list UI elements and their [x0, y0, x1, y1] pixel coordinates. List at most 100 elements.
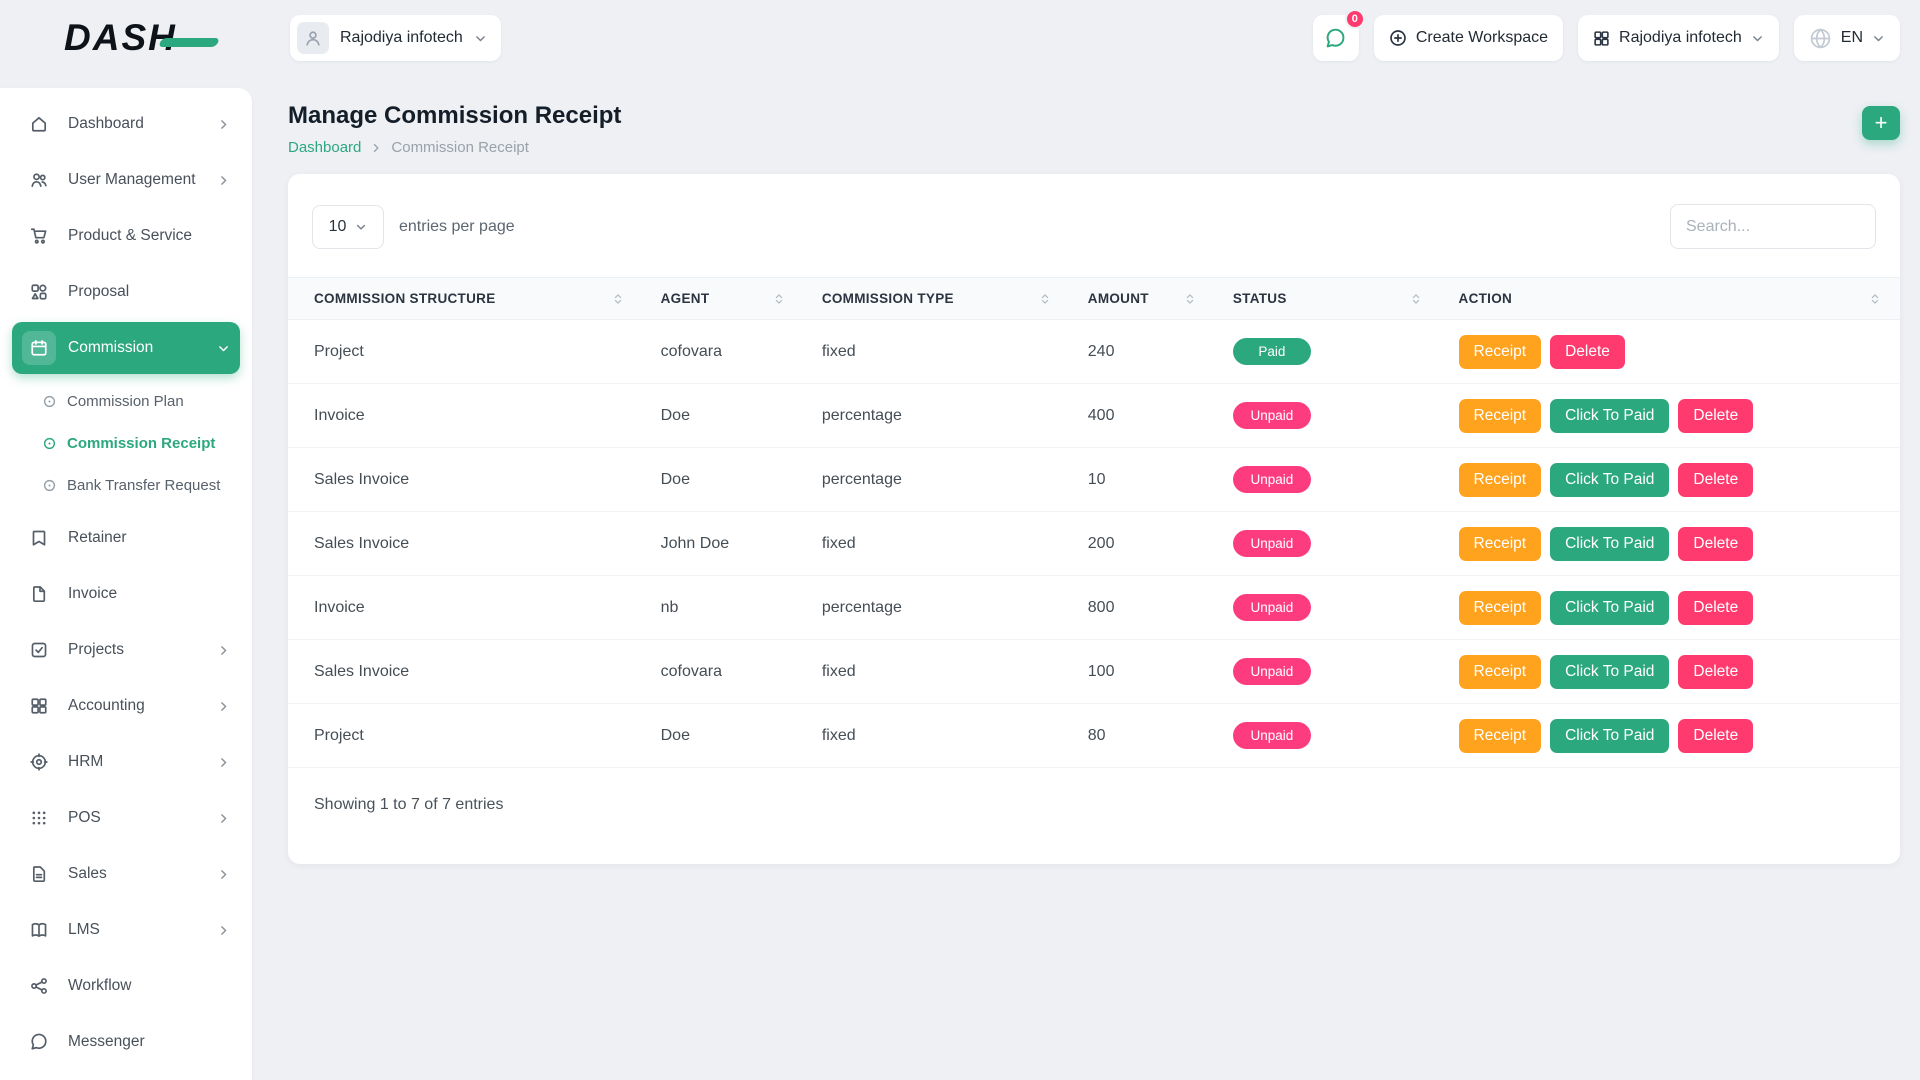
- click-to-paid-button[interactable]: Click To Paid: [1550, 463, 1669, 497]
- receipt-button[interactable]: Receipt: [1459, 399, 1542, 433]
- language-selector[interactable]: EN: [1794, 15, 1900, 61]
- receipt-button[interactable]: Receipt: [1459, 335, 1542, 369]
- status-cell: Unpaid: [1215, 640, 1441, 704]
- sidebar-subitem-bank-transfer-request[interactable]: Bank Transfer Request: [42, 464, 240, 506]
- sidebar-item-lms[interactable]: LMS: [12, 904, 240, 956]
- grid-dots-icon: [30, 809, 48, 827]
- delete-button[interactable]: Delete: [1678, 399, 1753, 433]
- sidebar-subitem-commission-plan[interactable]: Commission Plan: [42, 380, 240, 422]
- structure-cell: Sales Invoice: [288, 640, 643, 704]
- sidebar: Dashboard User Management Product & Servic…: [0, 88, 252, 1080]
- delete-button[interactable]: Delete: [1550, 335, 1625, 369]
- structure-cell: Sales Invoice: [288, 448, 643, 512]
- click-to-paid-button[interactable]: Click To Paid: [1550, 655, 1669, 689]
- sidebar-item-accounting[interactable]: Accounting: [12, 680, 240, 732]
- sidebar-item-label: LMS: [68, 921, 205, 939]
- sidebar-subitem-label: Commission Receipt: [67, 435, 215, 452]
- chevron-right-icon: [217, 118, 230, 131]
- messages-button[interactable]: 0: [1313, 15, 1359, 61]
- dot-circle-icon: [42, 394, 57, 409]
- home-icon: [30, 115, 48, 133]
- status-cell: Unpaid: [1215, 704, 1441, 768]
- structure-cell: Invoice: [288, 576, 643, 640]
- file-text-icon: [30, 865, 48, 883]
- column-header-status[interactable]: STATUS: [1215, 278, 1441, 320]
- shapes-icon: [30, 283, 48, 301]
- delete-button[interactable]: Delete: [1678, 591, 1753, 625]
- status-cell: Paid: [1215, 320, 1441, 384]
- table-row: Sales InvoiceJohn Doefixed200UnpaidRecei…: [288, 512, 1900, 576]
- cart-icon: [30, 227, 48, 245]
- workspace-selector[interactable]: Rajodiya infotech: [290, 15, 501, 61]
- click-to-paid-button[interactable]: Click To Paid: [1550, 719, 1669, 753]
- check-square-icon-box: [22, 633, 56, 667]
- structure-cell: Invoice: [288, 384, 643, 448]
- table-row: InvoiceDoepercentage400UnpaidReceiptClic…: [288, 384, 1900, 448]
- search-input[interactable]: [1670, 204, 1876, 249]
- sidebar-item-invoice[interactable]: Invoice: [12, 568, 240, 620]
- click-to-paid-button[interactable]: Click To Paid: [1550, 399, 1669, 433]
- plus-circle-icon: [1389, 29, 1407, 47]
- sidebar-item-pos[interactable]: POS: [12, 792, 240, 844]
- sidebar-item-retainer[interactable]: Retainer: [12, 512, 240, 564]
- sidebar-item-product-service[interactable]: Product & Service: [12, 210, 240, 262]
- agent-cell: John Doe: [643, 512, 804, 576]
- brand-logo[interactable]: DASH: [64, 17, 290, 59]
- agent-cell: cofovara: [643, 320, 804, 384]
- company-selector[interactable]: Rajodiya infotech: [1578, 15, 1779, 61]
- workspace-name: Rajodiya infotech: [340, 29, 463, 47]
- column-header-commission-structure[interactable]: COMMISSION STRUCTURE: [288, 278, 643, 320]
- sidebar-item-proposal[interactable]: Proposal: [12, 266, 240, 318]
- receipt-button[interactable]: Receipt: [1459, 591, 1542, 625]
- home-icon-box: [22, 107, 56, 141]
- delete-button[interactable]: Delete: [1678, 719, 1753, 753]
- amount-cell: 10: [1070, 448, 1215, 512]
- create-workspace-button[interactable]: Create Workspace: [1374, 15, 1563, 61]
- status-badge: Unpaid: [1233, 594, 1311, 621]
- sidebar-item-workflow[interactable]: Workflow: [12, 960, 240, 1012]
- sort-icon: [1409, 292, 1423, 306]
- receipt-button[interactable]: Receipt: [1459, 527, 1542, 561]
- users-icon-box: [22, 163, 56, 197]
- table-row: Projectcofovarafixed240PaidReceiptDelete: [288, 320, 1900, 384]
- click-to-paid-button[interactable]: Click To Paid: [1550, 527, 1669, 561]
- amount-cell: 800: [1070, 576, 1215, 640]
- receipt-button[interactable]: Receipt: [1459, 655, 1542, 689]
- message-icon: [30, 1033, 48, 1051]
- sidebar-item-commission[interactable]: Commission: [12, 322, 240, 374]
- breadcrumb-dashboard-link[interactable]: Dashboard: [288, 139, 361, 156]
- sidebar-item-user-management[interactable]: User Management: [12, 154, 240, 206]
- sidebar-item-sales[interactable]: Sales: [12, 848, 240, 900]
- entries-per-page-select[interactable]: 10: [312, 205, 384, 249]
- sidebar-item-dashboard[interactable]: Dashboard: [12, 98, 240, 150]
- status-badge: Unpaid: [1233, 658, 1311, 685]
- add-commission-receipt-button[interactable]: +: [1862, 106, 1900, 140]
- language-code: EN: [1841, 29, 1863, 47]
- delete-button[interactable]: Delete: [1678, 463, 1753, 497]
- sidebar-item-projects[interactable]: Projects: [12, 624, 240, 676]
- status-cell: Unpaid: [1215, 512, 1441, 576]
- delete-button[interactable]: Delete: [1678, 527, 1753, 561]
- breadcrumb-current: Commission Receipt: [391, 139, 529, 156]
- receipt-button[interactable]: Receipt: [1459, 719, 1542, 753]
- delete-button[interactable]: Delete: [1678, 655, 1753, 689]
- type-cell: fixed: [804, 512, 1070, 576]
- sidebar-item-messenger[interactable]: Messenger: [12, 1016, 240, 1068]
- file-icon-box: [22, 577, 56, 611]
- breadcrumb: Dashboard Commission Receipt: [288, 139, 621, 156]
- click-to-paid-button[interactable]: Click To Paid: [1550, 591, 1669, 625]
- action-cell: ReceiptClick To Paid Delete: [1441, 704, 1900, 768]
- sidebar-item-label: User Management: [68, 171, 205, 189]
- sidebar-item-hrm[interactable]: HRM: [12, 736, 240, 788]
- chat-icon: [1325, 28, 1346, 49]
- column-header-agent[interactable]: AGENT: [643, 278, 804, 320]
- column-header-amount[interactable]: AMOUNT: [1070, 278, 1215, 320]
- receipt-button[interactable]: Receipt: [1459, 463, 1542, 497]
- status-badge: Unpaid: [1233, 722, 1311, 749]
- check-square-icon: [30, 641, 48, 659]
- column-header-commission-type[interactable]: COMMISSION TYPE: [804, 278, 1070, 320]
- structure-cell: Project: [288, 320, 643, 384]
- chevron-down-icon: [474, 32, 487, 45]
- column-header-action[interactable]: ACTION: [1441, 278, 1900, 320]
- sidebar-subitem-commission-receipt[interactable]: Commission Receipt: [42, 422, 240, 464]
